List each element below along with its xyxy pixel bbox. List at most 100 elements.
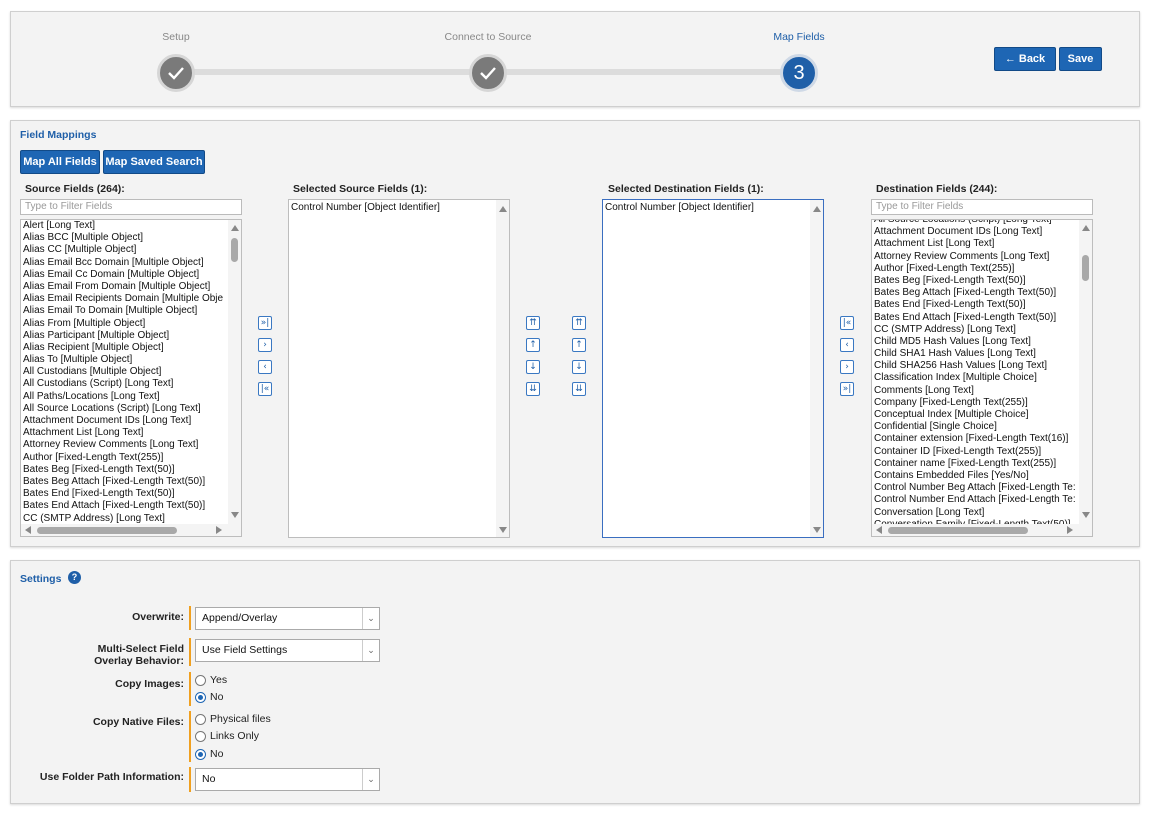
list-item[interactable]: Author [Fixed-Length Text(255)] — [874, 263, 1078, 275]
remove-selected-icon[interactable]: ‹ — [258, 360, 272, 374]
add-all-icon[interactable]: »| — [258, 316, 272, 330]
scroll-left-icon[interactable] — [25, 526, 31, 534]
add-selected-icon[interactable]: › — [258, 338, 272, 352]
map-all-fields-button[interactable]: Map All Fields — [20, 150, 100, 174]
move-top-icon[interactable]: ⇈ — [572, 316, 586, 330]
list-item[interactable]: Attachment List [Long Text] — [874, 238, 1078, 250]
move-top-icon[interactable]: ⇈ — [526, 316, 540, 330]
source-fields-list[interactable]: Alert [Long Text] Alias BCC [Multiple Obj… — [20, 219, 242, 537]
source-filter-input[interactable]: Type to Filter Fields — [20, 199, 242, 215]
map-saved-search-button[interactable]: Map Saved Search — [103, 150, 205, 174]
list-item[interactable]: All Source Locations (Script) [Long Text… — [23, 403, 227, 415]
radio-no-selected[interactable] — [195, 691, 206, 703]
move-up-icon[interactable]: ↑ — [572, 338, 586, 352]
list-item[interactable]: Alias Participant [Multiple Object] — [23, 330, 227, 342]
step-map-fields-active[interactable]: 3 — [780, 54, 818, 92]
multi-select-overlay-select[interactable]: Use Field Settings ⌄ — [195, 639, 380, 662]
scroll-thumb[interactable] — [888, 527, 1028, 534]
list-item[interactable]: Child MD5 Hash Values [Long Text] — [874, 336, 1078, 348]
list-item[interactable]: Bates Beg Attach [Fixed-Length Text(50)] — [874, 287, 1078, 299]
list-item[interactable]: Conceptual Index [Multiple Choice] — [874, 409, 1078, 421]
remove-all-icon[interactable]: |« — [258, 382, 272, 396]
scroll-down-icon[interactable] — [1082, 512, 1090, 518]
vertical-scrollbar[interactable] — [228, 220, 241, 536]
list-item[interactable]: Comments [Long Text] — [874, 385, 1078, 397]
list-item[interactable]: Child SHA256 Hash Values [Long Text] — [874, 360, 1078, 372]
list-item[interactable]: Alias Email Cc Domain [Multiple Object] — [23, 269, 227, 281]
move-up-icon[interactable]: ↑ — [526, 338, 540, 352]
list-item[interactable]: Bates Beg [Fixed-Length Text(50)] — [874, 275, 1078, 287]
copy-images-no-option[interactable]: No — [195, 691, 223, 703]
list-item[interactable]: All Custodians (Script) [Long Text] — [23, 378, 227, 390]
list-item[interactable]: Bates Beg Attach [Fixed-Length Text(50)] — [23, 476, 227, 488]
overwrite-select[interactable]: Append/Overlay ⌄ — [195, 607, 380, 630]
scroll-up-icon[interactable] — [1082, 225, 1090, 231]
destination-fields-list[interactable]: All Source Locations (Script) [Long Text… — [871, 219, 1093, 537]
list-item[interactable]: Attachment Document IDs [Long Text] — [874, 226, 1078, 238]
scroll-thumb[interactable] — [37, 527, 177, 534]
list-item[interactable]: Classification Index [Multiple Choice] — [874, 372, 1078, 384]
list-item[interactable]: Bates End [Fixed-Length Text(50)] — [23, 488, 227, 500]
scroll-up-icon[interactable] — [499, 206, 507, 212]
selected-destination-list[interactable]: Control Number [Object Identifier] — [602, 199, 824, 538]
help-icon[interactable]: ? — [68, 571, 81, 584]
copy-native-no-option[interactable]: No — [195, 748, 223, 760]
list-item[interactable]: Attachment List [Long Text] — [23, 427, 227, 439]
scroll-up-icon[interactable] — [813, 206, 821, 212]
move-bottom-icon[interactable]: ⇊ — [526, 382, 540, 396]
list-item[interactable]: Contains Embedded Files [Yes/No] — [874, 470, 1078, 482]
list-item[interactable]: Confidential [Single Choice] — [874, 421, 1078, 433]
list-item[interactable]: Bates Beg [Fixed-Length Text(50)] — [23, 464, 227, 476]
radio-no-selected[interactable] — [195, 748, 206, 760]
step-connect-done[interactable] — [469, 54, 507, 92]
scroll-right-icon[interactable] — [216, 526, 222, 534]
selected-source-list[interactable]: Control Number [Object Identifier] — [288, 199, 510, 538]
chevron-down-icon[interactable]: ⌄ — [362, 769, 379, 790]
list-item[interactable]: Author [Fixed-Length Text(255)] — [23, 452, 227, 464]
scroll-thumb[interactable] — [231, 238, 238, 262]
list-item[interactable]: Bates End Attach [Fixed-Length Text(50)] — [23, 500, 227, 512]
list-item[interactable]: Container ID [Fixed-Length Text(255)] — [874, 446, 1078, 458]
scroll-down-icon[interactable] — [231, 512, 239, 518]
horizontal-scrollbar[interactable] — [21, 524, 228, 536]
scroll-up-icon[interactable] — [231, 225, 239, 231]
list-item[interactable]: Control Number [Object Identifier] — [291, 202, 495, 214]
list-item[interactable]: Container extension [Fixed-Length Text(1… — [874, 433, 1078, 445]
list-item[interactable]: Alias Recipient [Multiple Object] — [23, 342, 227, 354]
list-item[interactable]: All Custodians [Multiple Object] — [23, 366, 227, 378]
save-button[interactable]: Save — [1059, 47, 1102, 71]
list-item[interactable]: Bates End [Fixed-Length Text(50)] — [874, 299, 1078, 311]
copy-native-physical-option[interactable]: Physical files — [195, 713, 271, 725]
vertical-scrollbar[interactable] — [1079, 220, 1092, 536]
move-down-icon[interactable]: ↓ — [572, 360, 586, 374]
scroll-right-icon[interactable] — [1067, 526, 1073, 534]
chevron-down-icon[interactable]: ⌄ — [362, 640, 379, 661]
horizontal-scrollbar[interactable] — [872, 524, 1079, 536]
list-item[interactable]: Alert [Long Text] — [23, 220, 227, 232]
list-item[interactable]: Alias From [Multiple Object] — [23, 318, 227, 330]
scroll-down-icon[interactable] — [813, 527, 821, 533]
list-item[interactable]: Container name [Fixed-Length Text(255)] — [874, 458, 1078, 470]
list-item[interactable]: Alias Email Bcc Domain [Multiple Object] — [23, 257, 227, 269]
vertical-scrollbar[interactable] — [496, 200, 509, 537]
folder-path-select[interactable]: No ⌄ — [195, 768, 380, 791]
list-item[interactable]: Alias Email To Domain [Multiple Object] — [23, 305, 227, 317]
list-item[interactable]: All Source Locations (Script) [Long Text… — [874, 220, 1078, 226]
radio-physical[interactable] — [195, 713, 206, 725]
radio-links[interactable] — [195, 730, 206, 742]
scroll-left-icon[interactable] — [876, 526, 882, 534]
list-item[interactable]: Attorney Review Comments [Long Text] — [874, 251, 1078, 263]
list-item[interactable]: Alias To [Multiple Object] — [23, 354, 227, 366]
copy-images-yes-option[interactable]: Yes — [195, 674, 227, 686]
vertical-scrollbar[interactable] — [810, 200, 823, 537]
remove-selected-icon[interactable]: ‹ — [840, 338, 854, 352]
move-bottom-icon[interactable]: ⇊ — [572, 382, 586, 396]
list-item[interactable]: Control Number [Object Identifier] — [605, 202, 809, 214]
step-setup-done[interactable] — [157, 54, 195, 92]
list-item[interactable]: Child SHA1 Hash Values [Long Text] — [874, 348, 1078, 360]
list-item[interactable]: Control Number End Attach [Fixed-Length … — [874, 494, 1078, 506]
list-item[interactable]: All Paths/Locations [Long Text] — [23, 391, 227, 403]
destination-filter-input[interactable]: Type to Filter Fields — [871, 199, 1093, 215]
list-item[interactable]: Company [Fixed-Length Text(255)] — [874, 397, 1078, 409]
chevron-down-icon[interactable]: ⌄ — [362, 608, 379, 629]
